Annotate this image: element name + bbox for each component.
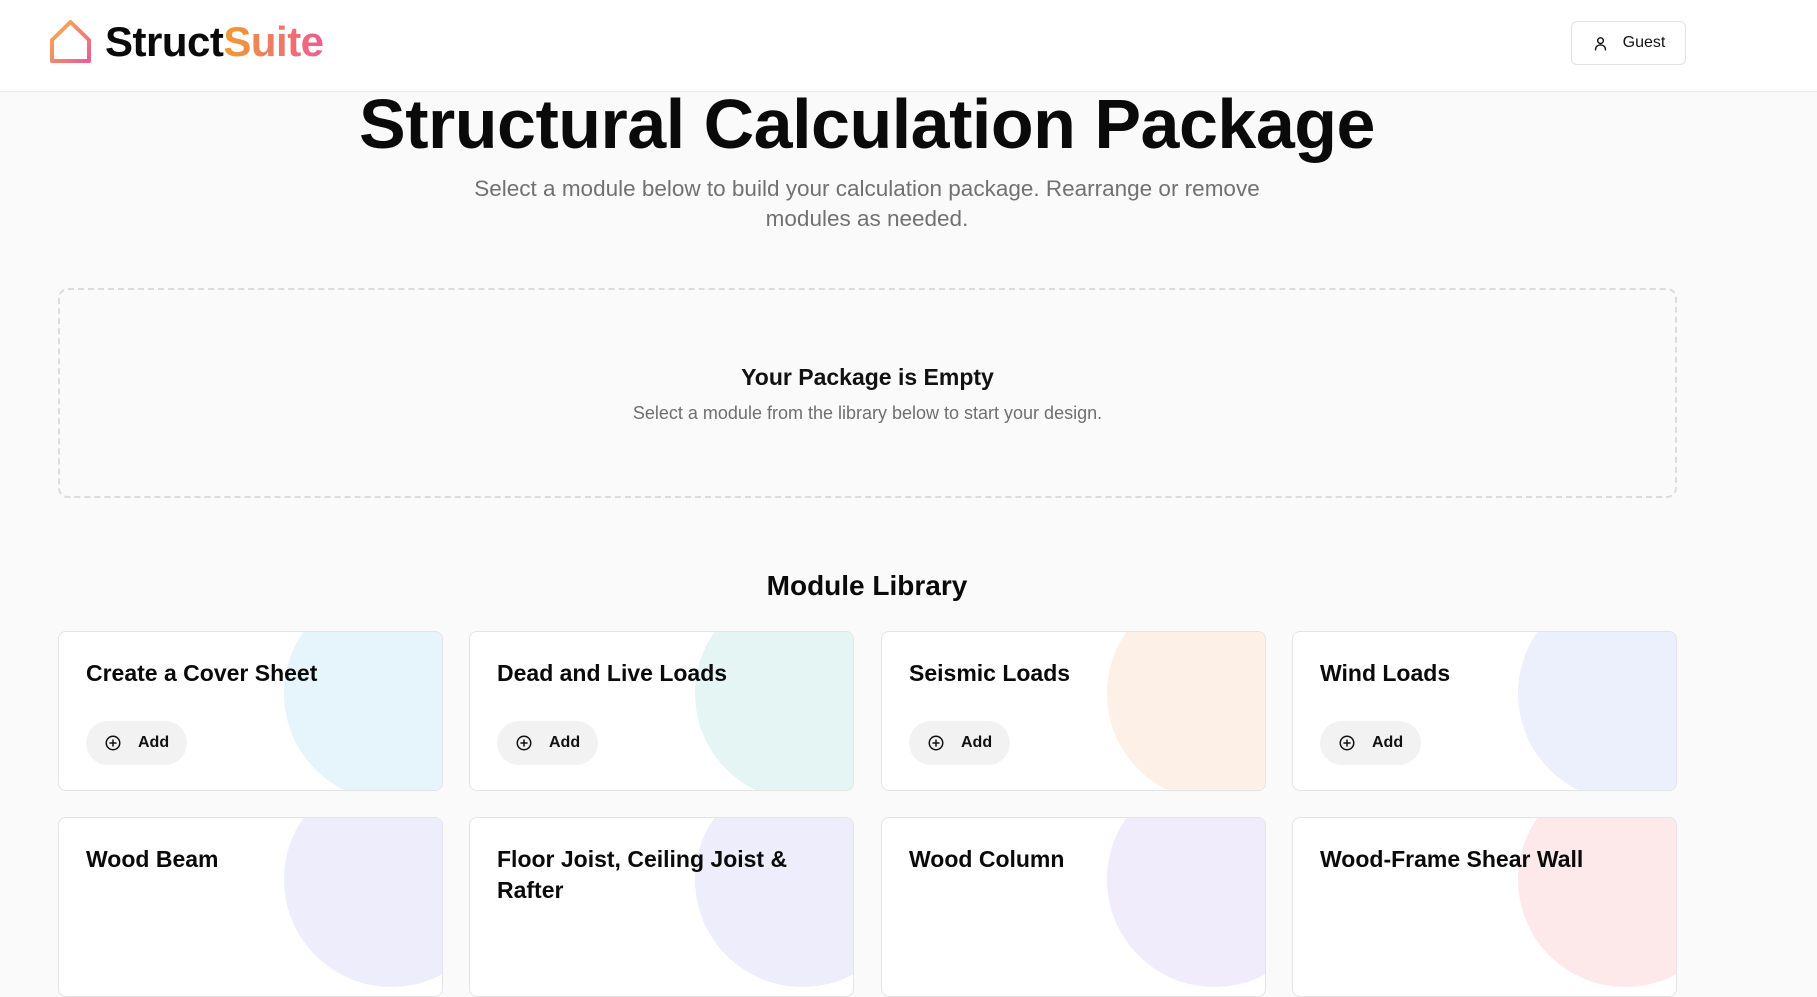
module-card: Seismic Loads Add [881, 631, 1266, 791]
add-label: Add [961, 734, 993, 751]
add-module-button[interactable]: Add [86, 721, 187, 765]
package-dropzone: Your Package is Empty Select a module fr… [58, 288, 1677, 498]
module-title: Seismic Loads [909, 660, 1071, 686]
card-decoration [695, 632, 853, 790]
module-card: Create a Cover Sheet Add [58, 631, 443, 791]
card-decoration [1518, 632, 1676, 790]
brand-logo[interactable]: StructSuite [48, 18, 324, 65]
add-label: Add [1372, 734, 1404, 751]
plus-circle-icon [1339, 735, 1355, 751]
page-subtitle: Select a module below to build your calc… [474, 176, 1260, 231]
plus-circle-icon [105, 735, 121, 751]
card-decoration [284, 818, 442, 987]
module-card: Floor Joist, Ceiling Joist & Rafter [469, 817, 854, 997]
add-module-button[interactable]: Add [497, 721, 598, 765]
module-card: Dead and Live Loads Add [469, 631, 854, 791]
add-label: Add [549, 734, 581, 751]
plus-circle-icon [516, 735, 532, 751]
module-card: Wood Column [881, 817, 1266, 997]
module-title: Floor Joist, Ceiling Joist & Rafter [497, 846, 788, 903]
card-decoration [284, 632, 442, 790]
add-label: Add [138, 734, 170, 751]
module-card: Wood Beam [58, 817, 443, 997]
page-title: Structural Calculation Package [359, 85, 1375, 163]
add-module-button[interactable]: Add [909, 721, 1010, 765]
module-card: Wind Loads Add [1292, 631, 1677, 791]
card-decoration [1518, 818, 1676, 987]
module-library-title: Module Library [766, 570, 968, 601]
card-decoration [1107, 632, 1265, 790]
module-title: Wind Loads [1320, 660, 1451, 686]
user-icon [1594, 36, 1606, 51]
user-label: Guest [1622, 34, 1666, 51]
plus-circle-icon [928, 735, 944, 751]
user-menu-button[interactable]: Guest [1571, 21, 1686, 65]
module-title: Wood Column [909, 846, 1065, 872]
module-title: Create a Cover Sheet [86, 660, 318, 686]
brand-name: StructSuite [105, 17, 324, 65]
module-title: Dead and Live Loads [497, 660, 728, 686]
module-title: Wood-Frame Shear Wall [1320, 846, 1584, 872]
add-module-button[interactable]: Add [1320, 721, 1421, 765]
card-decoration [1107, 818, 1265, 987]
house-logo-icon [50, 20, 91, 63]
empty-package-text: Select a module from the library below t… [632, 403, 1103, 423]
empty-package-title: Your Package is Empty [741, 364, 994, 390]
module-title: Wood Beam [86, 846, 219, 872]
module-card: Wood-Frame Shear Wall [1292, 817, 1677, 997]
app-header: StructSuite Guest [0, 0, 1817, 92]
